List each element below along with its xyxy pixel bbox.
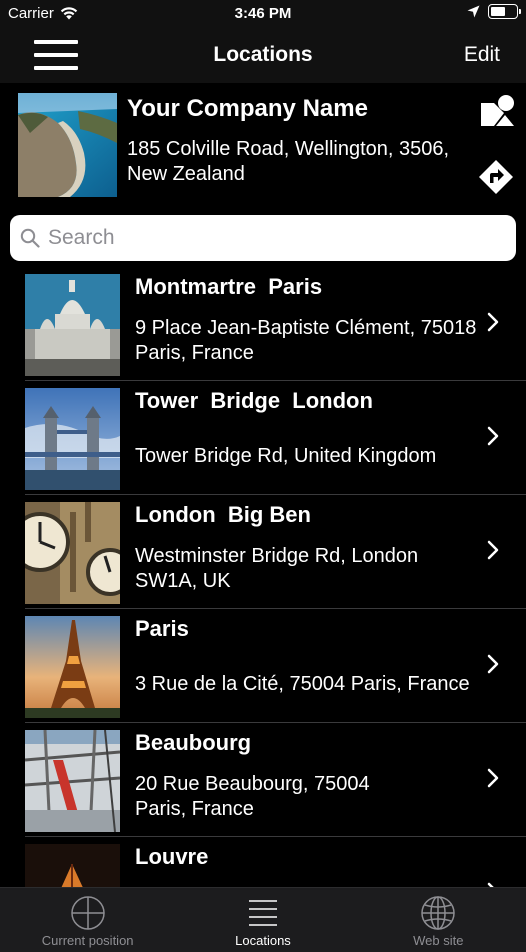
- row-divider: [25, 836, 526, 837]
- location-thumbnail: [25, 616, 120, 718]
- battery-fill: [491, 7, 506, 16]
- location-address: 3 Rue de la Cité, 75004 Paris, France: [135, 673, 470, 695]
- edit-button[interactable]: Edit: [464, 43, 500, 67]
- row-divider: [25, 608, 526, 609]
- location-title: Paris: [135, 616, 189, 641]
- tab-label: Locations: [235, 933, 291, 948]
- tab-label: Web site: [413, 933, 464, 948]
- chevron-right-icon: [487, 540, 499, 560]
- list-item[interactable]: London Big Ben Westminster Bridge Rd, Lo…: [0, 501, 526, 615]
- locations-list: Montmartre Paris 9 Place Jean-Baptiste C…: [0, 273, 526, 887]
- globe-icon: [421, 896, 456, 930]
- list-item[interactable]: Beaubourg 20 Rue Beaubourg, 75004 Paris,…: [0, 729, 526, 843]
- row-divider: [25, 380, 526, 381]
- hamburger-menu-icon[interactable]: [34, 40, 78, 70]
- list-item[interactable]: Louvre: [0, 843, 526, 887]
- battery-icon: [488, 4, 521, 19]
- page-title: Locations: [213, 43, 313, 66]
- chevron-right-icon: [487, 312, 499, 332]
- tab-locations[interactable]: Locations: [175, 888, 350, 952]
- tab-current-position[interactable]: Current position: [0, 888, 175, 952]
- tab-web-site[interactable]: Web site: [351, 888, 526, 952]
- location-address: 20 Rue Beaubourg, 75004 Paris, France: [135, 773, 370, 820]
- row-divider: [25, 722, 526, 723]
- location-title: Beaubourg: [135, 730, 252, 755]
- tab-bar: Current position Locations Web site: [0, 887, 526, 952]
- location-thumbnail: [25, 274, 120, 376]
- company-name: Your Company Name: [127, 95, 368, 122]
- navigation-bar: Locations Edit: [0, 28, 526, 83]
- location-title: Montmartre Paris: [135, 274, 323, 299]
- search-bar[interactable]: [10, 215, 516, 261]
- chevron-right-icon: [487, 654, 499, 674]
- list-icon: [248, 900, 277, 926]
- directions-icon[interactable]: [478, 159, 514, 195]
- company-address: 185 Colville Road, Wellington, 3506, New…: [127, 138, 450, 185]
- location-title: Louvre: [135, 844, 209, 869]
- location-thumbnail: [25, 388, 120, 490]
- location-thumbnail: [25, 730, 120, 832]
- location-address: 9 Place Jean-Baptiste Clément, 75018 Par…: [135, 317, 477, 364]
- tab-label: Current position: [41, 933, 134, 948]
- map-pin-icon[interactable]: [478, 93, 516, 129]
- list-item[interactable]: Paris 3 Rue de la Cité, 75004 Paris, Fra…: [0, 615, 526, 729]
- chevron-right-icon: [487, 426, 499, 446]
- company-header: Your Company Name 185 Colville Road, Wel…: [0, 83, 526, 209]
- list-item[interactable]: Tower Bridge London Tower Bridge Rd, Uni…: [0, 387, 526, 501]
- location-title: London Big Ben: [135, 502, 311, 527]
- chevron-right-icon: [487, 768, 499, 788]
- location-thumbnail: [25, 502, 120, 604]
- location-title: Tower Bridge London: [135, 388, 373, 413]
- search-icon: [20, 228, 40, 248]
- row-divider: [25, 494, 526, 495]
- location-arrow-icon: [467, 5, 480, 18]
- status-time: 3:46 PM: [234, 5, 292, 22]
- list-item[interactable]: Montmartre Paris 9 Place Jean-Baptiste C…: [0, 273, 526, 387]
- search-input[interactable]: [48, 226, 488, 250]
- location-address: Westminster Bridge Rd, London SW1A, UK: [135, 545, 419, 592]
- status-right: [467, 4, 521, 19]
- location-thumbnail: [25, 844, 120, 887]
- company-photo: [18, 93, 117, 197]
- location-address: Tower Bridge Rd, United Kingdom: [135, 445, 437, 467]
- status-bar: Carrier 3:46 PM: [0, 0, 526, 28]
- crosshair-icon: [70, 896, 105, 930]
